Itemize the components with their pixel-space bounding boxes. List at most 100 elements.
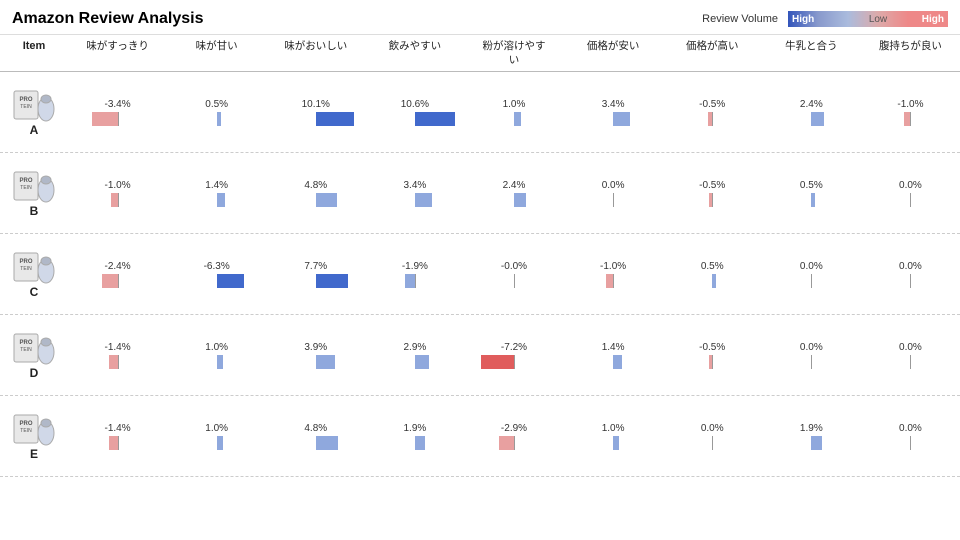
cell: 1.9% <box>762 396 861 476</box>
cell: 2.4% <box>464 153 563 233</box>
svg-text:TEIN: TEIN <box>20 428 32 434</box>
app-container: Amazon Review Analysis Review Volume Hig… <box>0 0 960 540</box>
cell: -1.4% <box>68 396 167 476</box>
cell: 1.0% <box>167 396 266 476</box>
col-header-8: 牛乳と合う <box>762 40 861 67</box>
legend-low: Low <box>869 14 887 25</box>
col-header-1: 味がすっきり <box>68 40 167 67</box>
cell: -3.4% <box>68 72 167 152</box>
cell: 3.4% <box>365 153 464 233</box>
legend-bar: High Low High <box>788 11 948 27</box>
cell: -0.5% <box>663 72 762 152</box>
cell: 1.9% <box>365 396 464 476</box>
bar-track <box>868 112 954 126</box>
cell: 1.0% <box>167 315 266 395</box>
cell: 0.0% <box>663 396 762 476</box>
product-icon: PRO TEIN <box>12 330 56 366</box>
svg-text:PRO: PRO <box>19 178 32 184</box>
cell: 3.9% <box>266 315 365 395</box>
cell: 1.0% <box>564 396 663 476</box>
row-letter: A <box>30 123 39 137</box>
bar-fill <box>811 112 824 126</box>
svg-text:PRO: PRO <box>19 421 32 427</box>
col-header-9: 腹持ちが良い <box>861 40 960 67</box>
cell: 0.0% <box>564 153 663 233</box>
table-row: PRO TEIN E -1.4% 1.0% <box>0 396 960 477</box>
cell: 0.0% <box>861 396 960 476</box>
bar-value-top: 1.0% <box>503 99 526 110</box>
svg-text:TEIN: TEIN <box>20 266 32 272</box>
cell: 2.4% <box>762 72 861 152</box>
bar-value-top: -3.4% <box>104 99 130 110</box>
bar-value-top: 2.4% <box>503 180 526 191</box>
row-label-e: PRO TEIN E <box>0 407 68 465</box>
cell: -2.9% <box>464 396 563 476</box>
cell: -1.0% <box>68 153 167 233</box>
bar-value-top: -0.5% <box>699 180 725 191</box>
legend-label: Review Volume <box>702 13 778 25</box>
col-header-7: 価格が高い <box>663 40 762 67</box>
bar-value-top: 10.1% <box>302 99 330 110</box>
cell: 10.1% <box>266 72 365 152</box>
cell: -0.5% <box>663 153 762 233</box>
cell: 10.6% <box>365 72 464 152</box>
bar-fill <box>217 112 221 126</box>
table-row: PRO TEIN B -1.0% 1.4% <box>0 153 960 234</box>
product-icon: PRO TEIN <box>12 87 56 123</box>
cell: 1.0% <box>464 72 563 152</box>
bar-value-top: 3.4% <box>602 99 625 110</box>
cell: 0.5% <box>663 234 762 314</box>
col-header-6: 価格が安い <box>564 40 663 67</box>
bar-fill <box>904 112 911 126</box>
header: Amazon Review Analysis Review Volume Hig… <box>0 0 960 35</box>
bar-track <box>570 112 656 126</box>
cell: 4.8% <box>266 396 365 476</box>
cell: 0.0% <box>762 315 861 395</box>
center-line <box>910 112 911 126</box>
legend-high-right: High <box>922 14 944 25</box>
cell: 7.7% <box>266 234 365 314</box>
data-rows: PRO TEIN A -3.4% 0.5% <box>0 72 960 540</box>
svg-text:TEIN: TEIN <box>20 185 32 191</box>
bar-value-top: -1.0% <box>104 180 130 191</box>
center-line <box>712 112 713 126</box>
row-label-a: PRO TEIN A <box>0 83 68 141</box>
bar-fill <box>415 112 455 126</box>
cell: -7.2% <box>464 315 563 395</box>
legend-high-left: High <box>792 14 814 25</box>
bar-value-top: 10.6% <box>401 99 429 110</box>
row-letter: C <box>30 285 39 299</box>
bar-track <box>273 112 359 126</box>
cell: 0.0% <box>762 234 861 314</box>
row-label-c: PRO TEIN C <box>0 245 68 303</box>
svg-text:TEIN: TEIN <box>20 104 32 110</box>
col-header-2: 味が甘い <box>167 40 266 67</box>
bar-track <box>75 112 161 126</box>
product-icon: PRO TEIN <box>12 411 56 447</box>
bar-value-top: 0.0% <box>899 180 922 191</box>
bar-value-top: 3.4% <box>403 180 426 191</box>
cell: 0.0% <box>861 234 960 314</box>
bar-value-top: 0.0% <box>602 180 625 191</box>
cell: -0.0% <box>464 234 563 314</box>
cell: 1.4% <box>167 153 266 233</box>
svg-text:PRO: PRO <box>19 259 32 265</box>
col-header-item: Item <box>0 40 68 67</box>
col-headers: Item 味がすっきり 味が甘い 味がおいしい 飲みやすい 粉が溶けやすい 価格… <box>0 35 960 72</box>
cell: -6.3% <box>167 234 266 314</box>
bar-value-top: 4.8% <box>304 180 327 191</box>
bar-value-top: -0.5% <box>699 99 725 110</box>
cell: -1.0% <box>564 234 663 314</box>
table-row: PRO TEIN C -2.4% -6.3% <box>0 234 960 315</box>
row-label-d: PRO TEIN D <box>0 326 68 384</box>
table-row: PRO TEIN A -3.4% 0.5% <box>0 72 960 153</box>
cell: -1.9% <box>365 234 464 314</box>
cell: 2.9% <box>365 315 464 395</box>
row-letter: E <box>30 447 38 461</box>
col-header-3: 味がおいしい <box>266 40 365 67</box>
bar-fill <box>92 112 118 126</box>
cell: -2.4% <box>68 234 167 314</box>
cell: 3.4% <box>564 72 663 152</box>
bar-value-top: 1.4% <box>205 180 228 191</box>
bar-value-top: 0.5% <box>205 99 228 110</box>
